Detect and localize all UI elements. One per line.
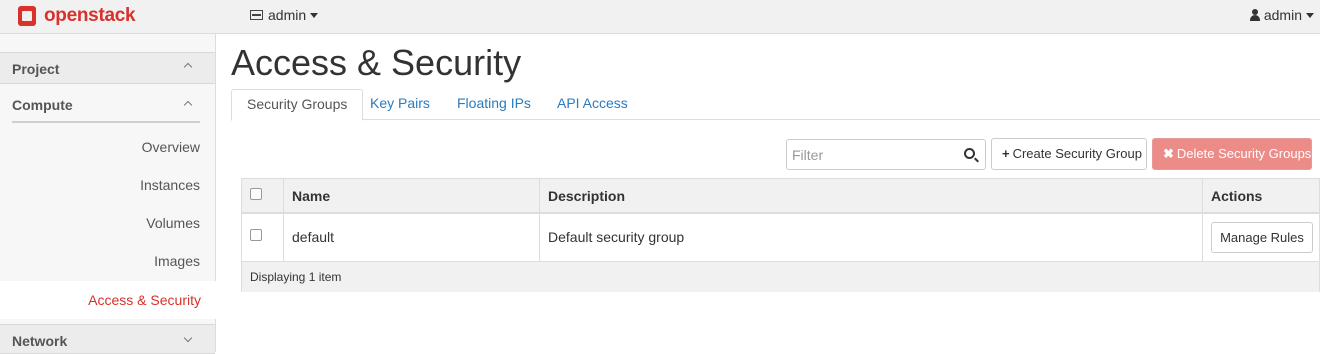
name-cell: default (284, 214, 540, 261)
close-icon: ✖ (1163, 146, 1174, 161)
sidebar: Project Compute Overview Instances Volum… (0, 34, 216, 354)
tab-security-groups[interactable]: Security Groups (231, 89, 364, 121)
chevron-up-icon (183, 100, 193, 110)
top-navbar: openstack admin admin (0, 0, 1320, 34)
manage-rules-button[interactable]: Manage Rules (1211, 222, 1313, 253)
delete-security-groups-button[interactable]: ✖ Delete Security Groups (1152, 138, 1312, 170)
project-dropdown-label: admin (268, 7, 307, 23)
column-header-name[interactable]: Name (284, 179, 540, 212)
sidebar-item-access-security[interactable]: Access & Security (0, 281, 216, 319)
tab-bar: Security Groups Key Pairs Floating IPs A… (231, 89, 1320, 121)
security-group-description: Default security group (548, 229, 685, 245)
select-all-checkbox[interactable] (250, 188, 262, 200)
sidebar-section-compute[interactable]: Compute (0, 86, 215, 123)
column-header-actions: Actions (1203, 179, 1320, 212)
tab-floating-ips[interactable]: Floating IPs (442, 89, 546, 120)
table-header: Name Description Actions (242, 179, 1319, 214)
sidebar-section-project[interactable]: Project (0, 52, 215, 84)
create-button-label: Create Security Group (1012, 146, 1142, 161)
sidebar-item-volumes[interactable]: Volumes (0, 204, 215, 242)
project-dropdown[interactable]: admin (250, 7, 319, 23)
delete-button-label: Delete Security Groups (1176, 146, 1312, 161)
row-checkbox[interactable] (250, 229, 262, 241)
filter-field[interactable] (786, 139, 986, 170)
security-group-name: default (292, 229, 335, 245)
sidebar-section-network[interactable]: Network (0, 324, 215, 354)
caret-down-icon (1306, 12, 1314, 18)
description-cell: Default security group (540, 214, 1203, 261)
sidebar-item-instances[interactable]: Instances (0, 166, 215, 204)
filter-input[interactable] (792, 146, 952, 164)
chevron-down-icon (183, 333, 193, 343)
user-icon (1249, 9, 1260, 21)
sidebar-item-overview[interactable]: Overview (0, 128, 215, 166)
tab-api-access[interactable]: API Access (542, 89, 643, 120)
column-header-label: Description (548, 188, 626, 204)
sidebar-section-label: Compute (12, 97, 73, 113)
user-dropdown[interactable]: admin (1249, 7, 1314, 23)
sidebar-section-label: Project (12, 61, 60, 77)
table-row: default Default security group Manage Ru… (242, 214, 1319, 262)
column-header-label: Name (292, 188, 331, 204)
header-select-cell (242, 179, 284, 212)
table-footer: Displaying 1 item (242, 262, 1319, 292)
sidebar-section-label: Network (12, 333, 68, 349)
sidebar-item-images[interactable]: Images (0, 242, 215, 280)
tab-key-pairs[interactable]: Key Pairs (355, 89, 445, 120)
row-select-cell (242, 214, 284, 261)
openstack-logo-icon (16, 5, 38, 27)
search-icon[interactable] (964, 148, 975, 159)
chevron-up-icon (183, 62, 193, 72)
page-title: Access & Security (231, 42, 522, 83)
security-groups-table: Name Description Actions default Default… (241, 178, 1320, 292)
plus-icon: + (1002, 146, 1010, 161)
section-divider (12, 121, 200, 123)
column-header-description[interactable]: Description (540, 179, 1203, 212)
brand-logo-link[interactable]: openstack (16, 2, 136, 30)
user-dropdown-label: admin (1263, 7, 1302, 23)
create-security-group-button[interactable]: + Create Security Group (991, 138, 1147, 170)
item-count: Displaying 1 item (250, 270, 342, 284)
column-header-label: Actions (1211, 188, 1263, 204)
actions-cell: Manage Rules (1203, 214, 1320, 261)
server-icon (250, 10, 263, 20)
caret-down-icon (310, 12, 319, 18)
brand-name: openstack (44, 5, 136, 26)
